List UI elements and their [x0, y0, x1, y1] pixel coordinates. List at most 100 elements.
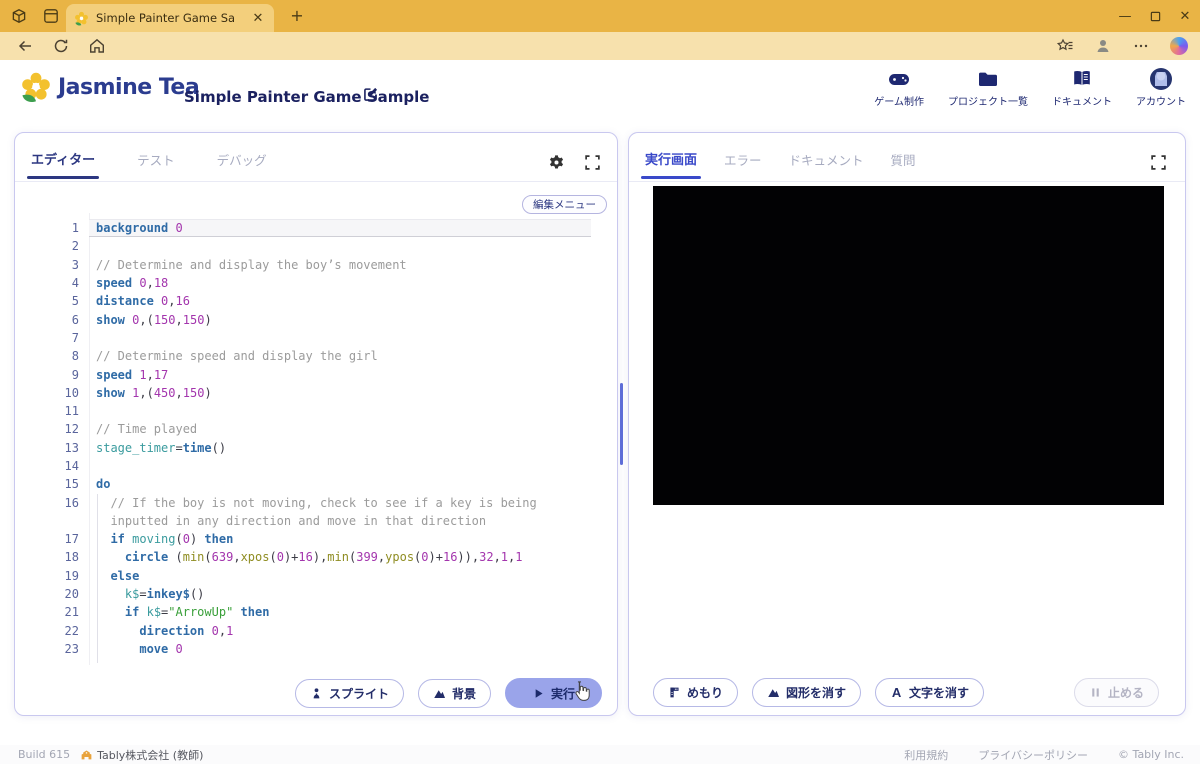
tab-debug[interactable]: デバッグ	[217, 153, 267, 179]
code-line[interactable]: 10 show 1,(450,150)	[37, 384, 591, 402]
play-icon	[535, 688, 543, 698]
home-icon[interactable]	[88, 37, 106, 55]
tab-actions-icon[interactable]	[42, 7, 60, 25]
run-tabs: 実行画面 エラー ドキュメント 質問	[640, 153, 943, 179]
nav-item-documents[interactable]: ドキュメント	[1052, 68, 1112, 108]
line-number: 17	[64, 532, 79, 547]
code-line[interactable]: 6 show 0,(150,150)	[37, 310, 591, 328]
fullscreen-icon[interactable]	[1150, 154, 1167, 171]
code-line[interactable]: 14	[37, 457, 591, 475]
maximize-icon[interactable]	[1140, 0, 1170, 32]
stop-button[interactable]: 止める	[1073, 678, 1159, 707]
tab-test[interactable]: テスト	[137, 153, 175, 179]
close-tab-icon[interactable]: ✕	[250, 11, 266, 26]
tab-editor[interactable]: エディター	[26, 153, 100, 179]
code-rows: 1 background 0 2 3// Determine and display …	[37, 219, 591, 658]
code-line[interactable]: 22 direction 0,1	[37, 622, 591, 640]
memory-button-label: めもり	[687, 686, 724, 700]
nav-item-project-list[interactable]: プロジェクト一覧	[948, 68, 1028, 108]
code-line[interactable]: 11	[37, 402, 591, 420]
line-number: 7	[71, 330, 79, 345]
edit-menu-button[interactable]: 編集メニュー	[522, 195, 607, 214]
line-number: 20	[64, 587, 79, 602]
background-button-label: 背景	[451, 686, 476, 701]
code-line[interactable]: 12 // Time played	[37, 420, 591, 438]
code-line[interactable]: 13 stage_timer=time()	[37, 439, 591, 457]
code-line[interactable]: 4 speed 0,18	[37, 274, 591, 292]
code-line[interactable]: 8 // Determine speed and display the girl	[37, 347, 591, 365]
line-number: 4	[71, 276, 79, 291]
code-text: circle (min(639,xpos(0)+16),min(399,ypos…	[124, 550, 523, 565]
code-editor[interactable]: 1 background 0 2 3// Determine and display …	[37, 213, 591, 665]
code-line[interactable]: 19 else	[37, 567, 591, 585]
privacy-link[interactable]: プライバシーポリシー	[978, 747, 1088, 763]
clear-text-button[interactable]: A 文字を消す	[875, 678, 985, 707]
tab-errors[interactable]: エラー	[724, 153, 762, 179]
code-line[interactable]: 7	[37, 329, 591, 347]
workspaces-icon[interactable]	[10, 7, 28, 25]
favorites-star-icon[interactable]	[1056, 37, 1074, 55]
close-window-icon[interactable]: ✕	[1170, 0, 1200, 32]
code-text: inputted in any direction and move in th…	[110, 513, 487, 528]
stop-action: 止める	[1073, 678, 1159, 707]
code-line[interactable]: 9 speed 1,17	[37, 365, 591, 383]
edit-icon[interactable]	[362, 86, 379, 103]
clear-shapes-button[interactable]: 図形を消す	[752, 678, 862, 707]
code-line[interactable]: 17 if moving(0) then	[37, 530, 591, 548]
back-icon[interactable]	[16, 37, 34, 55]
profile-icon[interactable]	[1094, 37, 1112, 55]
line-number: 11	[64, 404, 79, 419]
editor-tabs: エディター テスト デバッグ	[26, 153, 309, 179]
app-header: Jasmine Tea Simple Painter Game Sample ゲ…	[0, 60, 1200, 115]
line-number: 8	[71, 349, 79, 364]
flower-favicon	[74, 11, 89, 26]
line-number: 23	[64, 641, 79, 656]
browser-tab-title: Simple Painter Game Sample | Stu	[96, 11, 236, 25]
code-line[interactable]: 20 k$=inkey$()	[37, 585, 591, 603]
copilot-icon[interactable]	[1170, 37, 1188, 55]
new-tab-icon[interactable]: +	[288, 7, 306, 25]
nav-item-account[interactable]: アカウント	[1136, 68, 1186, 108]
line-number: 13	[64, 440, 79, 455]
nav-item-game-create[interactable]: ゲーム制作	[874, 68, 924, 108]
refresh-icon[interactable]	[52, 37, 70, 55]
browser-tab[interactable]: Simple Painter Game Sample | Stu ✕	[66, 4, 274, 32]
code-line[interactable]: 1 background 0	[37, 219, 591, 238]
gear-icon[interactable]	[548, 154, 565, 171]
panel-resize-handle[interactable]	[620, 383, 623, 465]
code-text: if moving(0) then	[110, 532, 234, 547]
code-line[interactable]: 2	[37, 237, 591, 255]
clear-shapes-button-label: 図形を消す	[786, 686, 847, 700]
code-line[interactable]: 5 distance 0,16	[37, 292, 591, 310]
background-button[interactable]: 背景	[417, 678, 491, 708]
line-number: 21	[64, 605, 79, 620]
build-number: Build 615	[18, 748, 71, 761]
code-text: else	[110, 568, 140, 583]
sprite-button[interactable]: スプライト	[294, 678, 404, 708]
code-line[interactable]: 21 if k$="ArrowUp" then	[37, 603, 591, 621]
tab-questions[interactable]: 質問	[891, 153, 916, 179]
code-line[interactable]: 3 // Determine and display the boy’s move…	[37, 256, 591, 274]
code-text: // Determine and display the boy’s movem…	[96, 257, 407, 272]
fullscreen-icon[interactable]	[584, 154, 601, 171]
tab-documents[interactable]: ドキュメント	[789, 153, 864, 179]
code-text: do	[96, 477, 111, 492]
app-window: Simple Painter Game Sample | Stu ✕ + — ✕…	[0, 0, 1200, 764]
code-text: // Time played	[96, 422, 198, 437]
ellipsis-icon[interactable]	[1132, 37, 1150, 55]
flower-logo	[22, 72, 50, 102]
code-line[interactable]: 15 do	[37, 475, 591, 493]
code-line[interactable]: 16 // If the boy is not moving, check to…	[37, 493, 591, 511]
brand-logo[interactable]: Jasmine Tea	[20, 71, 200, 103]
school-icon	[81, 750, 92, 760]
line-number: 6	[71, 312, 79, 327]
tab-run-screen[interactable]: 実行画面	[640, 153, 702, 179]
terms-link[interactable]: 利用規約	[904, 747, 948, 763]
code-line[interactable]: 23 move 0	[37, 640, 591, 658]
game-screen[interactable]	[653, 186, 1164, 505]
code-line[interactable]: 18 circle (min(639,xpos(0)+16),min(399,y…	[37, 548, 591, 566]
code-line[interactable]: inputted in any direction and move in th…	[37, 512, 591, 530]
memory-button[interactable]: めもり	[653, 678, 739, 707]
minimize-icon[interactable]: —	[1110, 0, 1140, 32]
browser-toolbar: https://jasminetea.app/studio	[0, 32, 1200, 89]
